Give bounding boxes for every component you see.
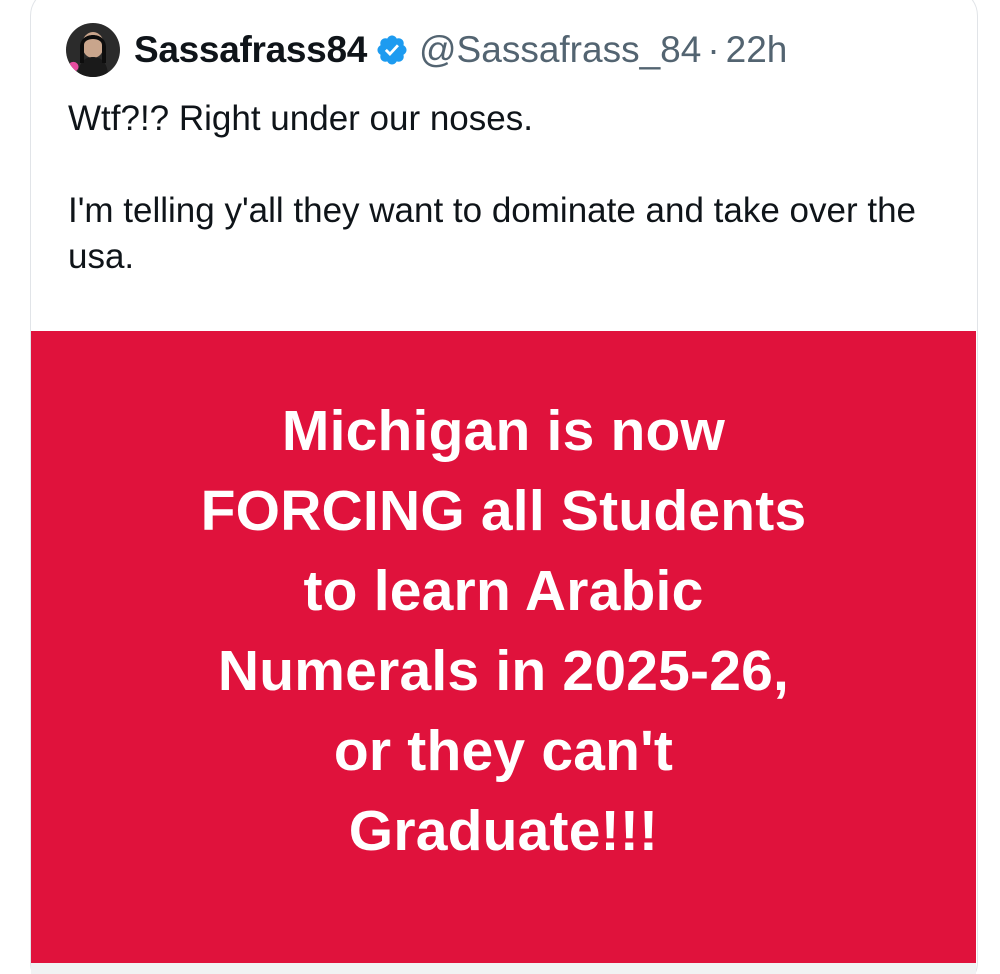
media-bottom-edge bbox=[31, 963, 976, 974]
avatar[interactable] bbox=[66, 23, 120, 77]
media-text-line: FORCING all Students bbox=[200, 479, 807, 543]
verified-badge-icon bbox=[375, 33, 409, 67]
tweet-paragraph: I'm telling y'all they want to dominate … bbox=[68, 191, 916, 276]
author-handle[interactable]: @Sassafrass_84 bbox=[419, 29, 701, 71]
tweet-text: Wtf?!? Right under our noses. I'm tellin… bbox=[68, 96, 928, 280]
display-name[interactable]: Sassafrass84 bbox=[134, 29, 367, 71]
media-text-line: Graduate!!! bbox=[348, 799, 659, 863]
tweet-header: Sassafrass84 @Sassafrass_84 · 22h bbox=[66, 22, 787, 78]
media-text-line: Michigan is now bbox=[281, 399, 726, 463]
media-text-line: or they can't bbox=[333, 719, 674, 783]
media-text: Michigan is now FORCING all Students to … bbox=[201, 391, 807, 871]
media-text-line: to learn Arabic bbox=[303, 559, 704, 623]
tweet-page: Sassafrass84 @Sassafrass_84 · 22h Wtf?!?… bbox=[0, 0, 1000, 974]
separator-dot: · bbox=[707, 29, 720, 70]
timestamp[interactable]: 22h bbox=[726, 29, 788, 71]
tweet-paragraph: Wtf?!? Right under our noses. bbox=[68, 99, 533, 138]
media-text-line: Numerals in 2025-26, bbox=[217, 639, 790, 703]
tweet-media-image[interactable]: Michigan is now FORCING all Students to … bbox=[31, 331, 976, 963]
avatar-image bbox=[66, 23, 120, 77]
